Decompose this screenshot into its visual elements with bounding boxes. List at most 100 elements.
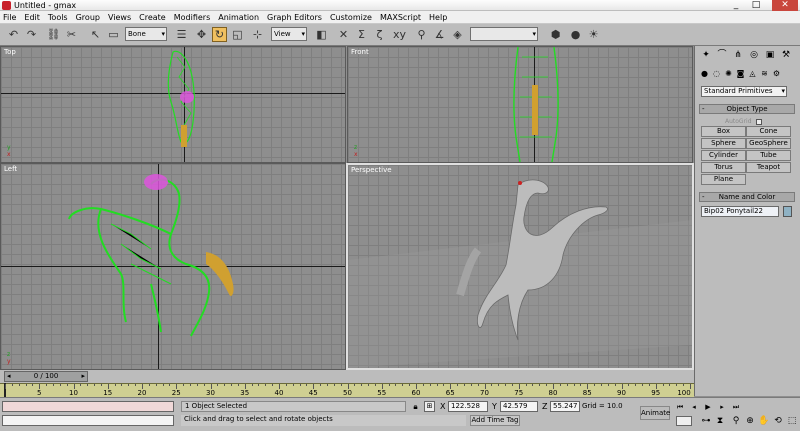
geometry-icon[interactable]: ●: [699, 68, 710, 79]
angle-snap-icon[interactable]: ∡: [432, 27, 447, 42]
lights-icon[interactable]: ✺: [723, 68, 734, 79]
mirror-icon[interactable]: ✕: [336, 27, 351, 42]
hierarchy-tab-icon[interactable]: ⋔: [731, 49, 745, 61]
key-mode-icon[interactable]: ⊶: [700, 415, 712, 427]
absolute-mode-icon[interactable]: ⊞: [424, 401, 435, 412]
play-icon[interactable]: ▶: [702, 402, 714, 412]
xy-constraint-icon[interactable]: xy: [392, 27, 407, 42]
close-button[interactable]: ✕: [772, 0, 798, 11]
spinner-snap-icon[interactable]: ◈: [450, 27, 465, 42]
cone-button[interactable]: Cone: [746, 126, 791, 137]
quick-render-icon[interactable]: ☀: [586, 27, 601, 42]
axis-constraint-icon[interactable]: ζ: [372, 27, 387, 42]
move-icon[interactable]: ✥: [194, 27, 209, 42]
viewport-front[interactable]: Front zx: [347, 46, 693, 163]
link-icon[interactable]: ⛓: [46, 27, 61, 42]
primitive-type-dropdown[interactable]: Standard Primitives: [701, 86, 787, 97]
menu-animation[interactable]: Animation: [218, 11, 259, 24]
menu-graph-editors[interactable]: Graph Editors: [267, 11, 322, 24]
menu-views[interactable]: Views: [108, 11, 131, 24]
menu-customize[interactable]: Customize: [330, 11, 372, 24]
cylinder-button[interactable]: Cylinder: [701, 150, 746, 161]
systems-icon[interactable]: ⚙: [771, 68, 782, 79]
pan-icon[interactable]: ✋: [758, 415, 770, 427]
create-tab-icon[interactable]: ✦: [699, 49, 713, 61]
pivot-icon[interactable]: ⊹: [250, 27, 265, 42]
animate-button[interactable]: Animate: [640, 406, 670, 420]
menu-help[interactable]: Help: [429, 11, 447, 24]
rotate-icon[interactable]: ↻: [212, 27, 227, 42]
go-to-end-icon[interactable]: ⏭: [730, 402, 742, 412]
next-frame-icon[interactable]: ▸: [716, 402, 728, 412]
align-icon[interactable]: Σ: [354, 27, 369, 42]
current-frame-field[interactable]: [676, 416, 692, 426]
sphere-button[interactable]: Sphere: [701, 138, 746, 149]
maximize-viewport-icon[interactable]: ⬚: [786, 415, 798, 427]
viewport-left[interactable]: Left zy: [0, 163, 346, 370]
menu-file[interactable]: File: [3, 11, 16, 24]
x-coordinate-field[interactable]: 122.528: [448, 401, 488, 412]
add-time-tag-button[interactable]: Add Time Tag: [470, 415, 520, 426]
arc-rotate-icon[interactable]: ⟲: [772, 415, 784, 427]
menu-maxscript[interactable]: MAXScript: [380, 11, 421, 24]
shapes-icon[interactable]: ◌: [711, 68, 722, 79]
material-editor-icon[interactable]: ⬢: [548, 27, 563, 42]
selection-filter-dropdown[interactable]: Bone: [125, 27, 167, 41]
z-coordinate-field[interactable]: 55.247: [550, 401, 580, 412]
teapot-button[interactable]: Teapot: [746, 162, 791, 173]
timeline-tick-label: 75: [514, 389, 524, 397]
redo-icon[interactable]: ↷: [24, 27, 39, 42]
spacewarps-icon[interactable]: ≋: [759, 68, 770, 79]
torus-button[interactable]: Torus: [701, 162, 746, 173]
box-button[interactable]: Box: [701, 126, 746, 137]
menu-create[interactable]: Create: [139, 11, 166, 24]
timeline-tick-label: 90: [617, 389, 626, 397]
tube-button[interactable]: Tube: [746, 150, 791, 161]
zoom-all-icon[interactable]: ⊕: [744, 415, 756, 427]
motion-tab-icon[interactable]: ◎: [747, 49, 761, 61]
maxscript-listener-white[interactable]: [2, 415, 174, 426]
name-color-rollout[interactable]: - Name and Color: [699, 192, 795, 202]
timeline-tick-label: 40: [274, 389, 284, 397]
go-to-start-icon[interactable]: ⏮: [674, 402, 686, 412]
scale-icon[interactable]: ◱: [230, 27, 245, 42]
minimize-button[interactable]: _: [728, 0, 744, 11]
plane-button[interactable]: Plane: [701, 174, 746, 185]
selection-lock-icon[interactable]: 🔒︎: [410, 401, 421, 412]
select-object-icon[interactable]: ↖: [88, 27, 103, 42]
use-center-icon[interactable]: ◧: [314, 27, 329, 42]
display-tab-icon[interactable]: ▣: [763, 49, 777, 61]
viewport-perspective[interactable]: Perspective: [346, 163, 694, 370]
named-selection-dropdown[interactable]: [470, 27, 538, 41]
menu-modifiers[interactable]: Modifiers: [174, 11, 211, 24]
autogrid-checkbox[interactable]: AutoGrid: [725, 118, 762, 125]
menu-tools[interactable]: Tools: [48, 11, 68, 24]
object-color-swatch[interactable]: [783, 206, 792, 217]
time-slider[interactable]: 0 / 100: [4, 371, 88, 382]
track-bar[interactable]: 5 10 15 20 25 30 35 40 45 50 55 60 65 70 75 80 85 90 95 100: [0, 383, 694, 398]
zoom-icon[interactable]: ⚲: [730, 415, 742, 427]
reference-coord-dropdown[interactable]: View: [271, 27, 307, 41]
select-by-name-icon[interactable]: ☰: [174, 27, 189, 42]
time-config-icon[interactable]: ⧗: [714, 415, 726, 427]
render-icon[interactable]: ●: [568, 27, 583, 42]
maxscript-listener-pink[interactable]: [2, 401, 174, 412]
object-name-field[interactable]: Bip02 Ponytail22: [701, 206, 779, 217]
viewport-top[interactable]: Top yx: [0, 46, 346, 163]
menu-edit[interactable]: Edit: [24, 11, 40, 24]
snap-toggle-icon[interactable]: ⚲: [414, 27, 429, 42]
select-region-icon[interactable]: ▭: [106, 27, 121, 42]
modify-tab-icon[interactable]: ⌒: [715, 49, 729, 61]
utilities-tab-icon[interactable]: ⚒: [779, 49, 793, 61]
object-type-rollout[interactable]: - Object Type: [699, 104, 795, 114]
timeline-tick-label: 70: [480, 389, 489, 397]
y-coordinate-field[interactable]: 42.579: [500, 401, 538, 412]
menu-group[interactable]: Group: [76, 11, 100, 24]
helpers-icon[interactable]: ◬: [747, 68, 758, 79]
maximize-button[interactable]: □: [748, 0, 764, 11]
unlink-icon[interactable]: ✂: [64, 27, 79, 42]
geosphere-button[interactable]: GeoSphere: [746, 138, 791, 149]
previous-frame-icon[interactable]: ◂: [688, 402, 700, 412]
cameras-icon[interactable]: ◙: [735, 68, 746, 79]
undo-icon[interactable]: ↶: [6, 27, 21, 42]
